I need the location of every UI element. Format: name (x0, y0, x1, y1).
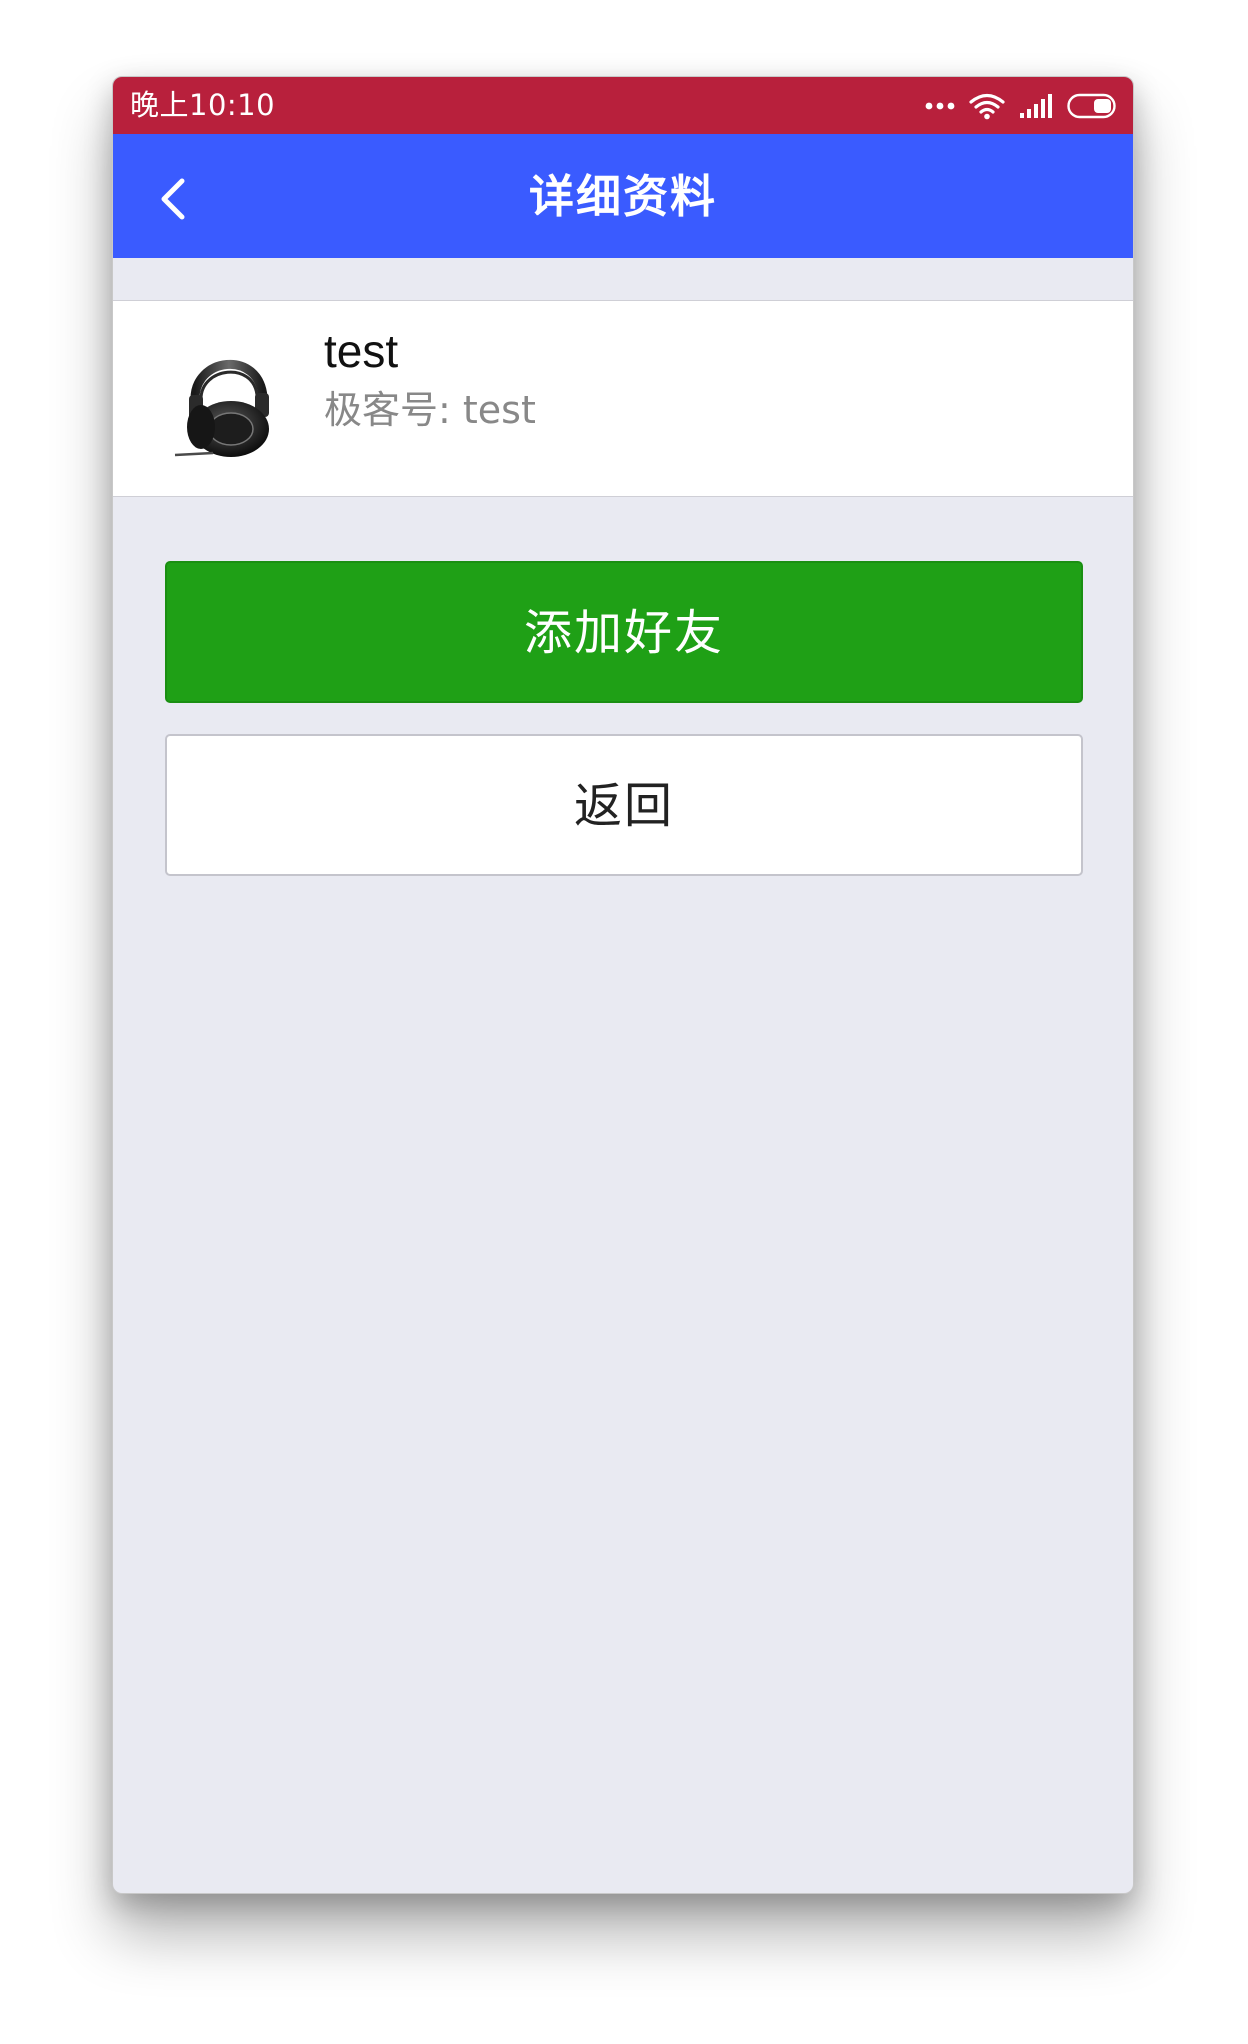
profile-name: test (324, 325, 399, 377)
battery-icon (1067, 93, 1119, 119)
profile-account-id: 极客号: test (324, 388, 536, 432)
phone-screen: 晚上10:10 详细资料 test 极客号: test 添加好友 返回 (112, 76, 1134, 1894)
status-bar: 晚上10:10 (113, 77, 1133, 134)
signal-icon (1019, 93, 1053, 119)
headphones-icon (174, 359, 269, 457)
avatar (173, 337, 285, 461)
add-friend-button[interactable]: 添加好友 (165, 561, 1083, 703)
wifi-icon (969, 92, 1005, 120)
status-time: 晚上10:10 (130, 88, 276, 122)
navigation-bar: 详细资料 (113, 134, 1133, 258)
status-icons (925, 89, 1119, 123)
more-dots-icon (925, 101, 955, 111)
back-button[interactable]: 返回 (165, 734, 1083, 876)
profile-card: test 极客号: test (113, 300, 1133, 497)
page-title: 详细资料 (528, 170, 717, 223)
